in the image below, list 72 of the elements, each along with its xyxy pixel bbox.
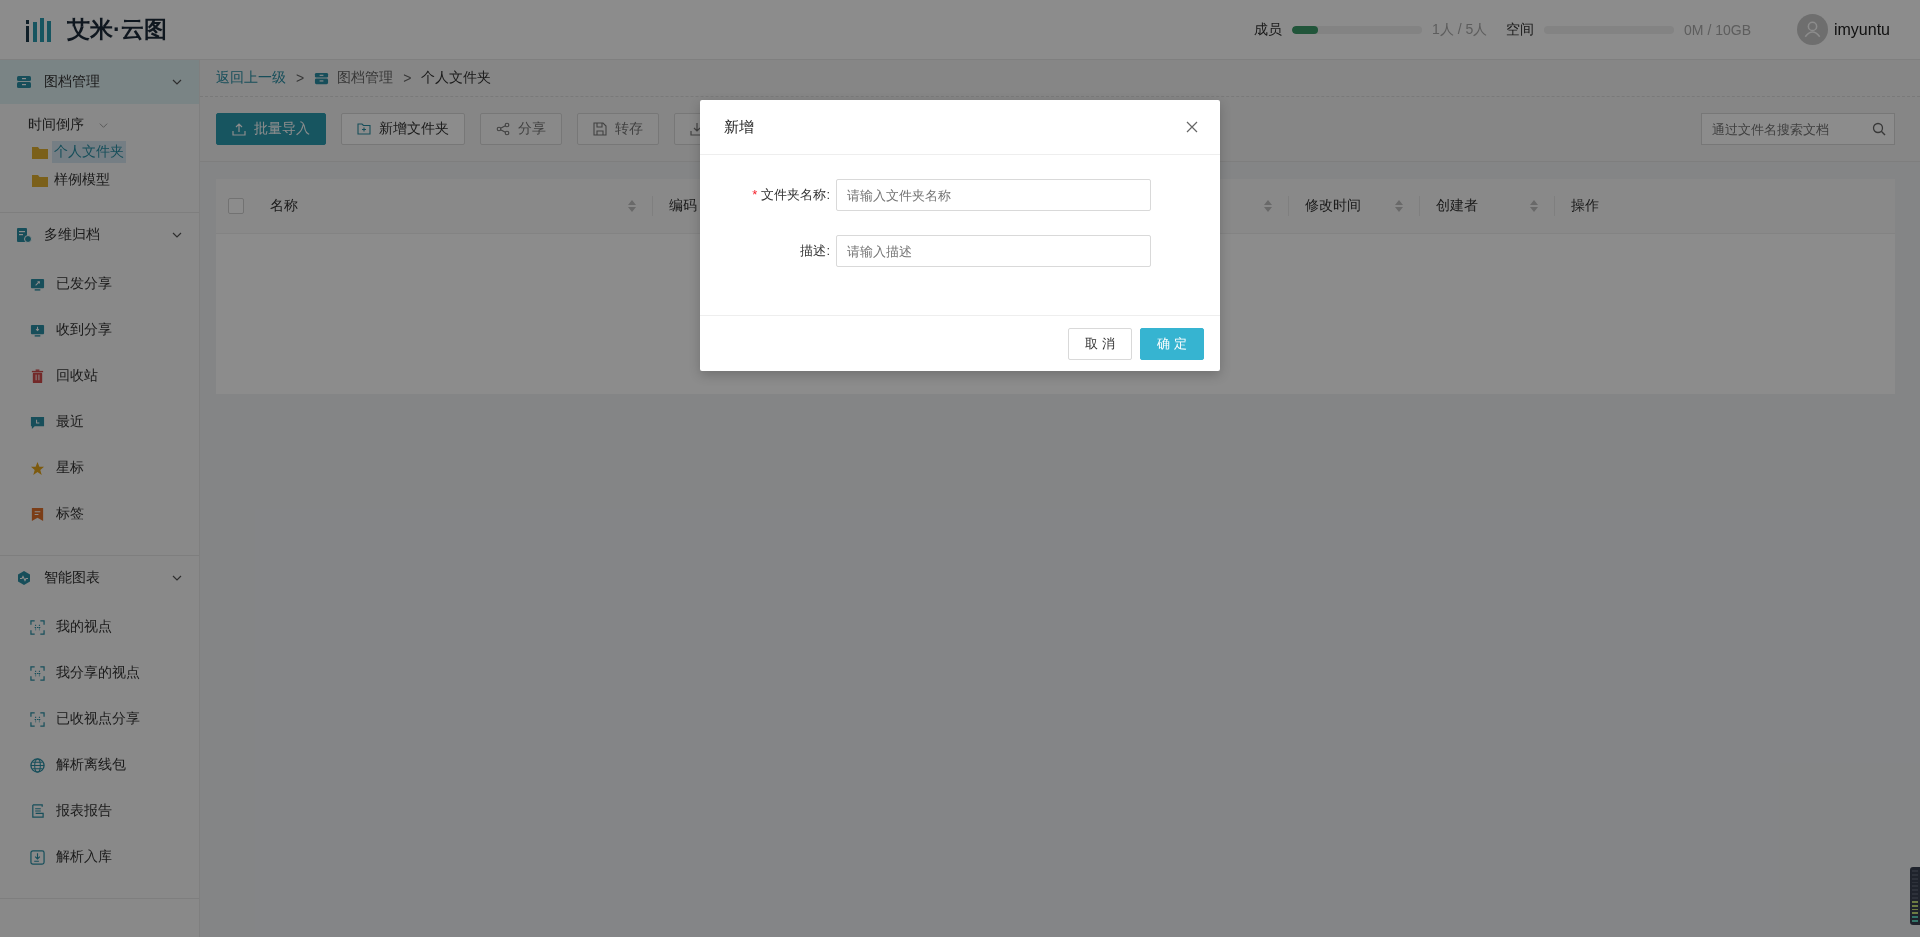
scroll-icon xyxy=(30,803,45,819)
column-header: 名称 xyxy=(270,197,299,215)
close-icon[interactable] xyxy=(1186,121,1198,133)
bookmark-icon xyxy=(30,506,45,522)
import-icon xyxy=(30,849,45,865)
dialog-title: 新增 xyxy=(724,117,755,137)
folder-icon xyxy=(32,145,48,159)
monitor-icon xyxy=(30,276,45,292)
scan-icon xyxy=(30,711,45,727)
share-icon xyxy=(496,122,510,136)
scan-icon xyxy=(30,619,45,635)
star-icon xyxy=(30,460,45,476)
breadcrumb-separator: > xyxy=(403,70,412,86)
folder-plus-icon xyxy=(357,122,371,136)
select-all-checkbox[interactable] xyxy=(228,198,244,214)
breadcrumb-item[interactable]: 图档管理 xyxy=(337,69,394,87)
avatar-icon[interactable] xyxy=(1796,14,1828,45)
breadcrumb-separator: > xyxy=(296,70,305,86)
level-meter-drawing xyxy=(1910,867,1920,925)
save-icon xyxy=(593,122,607,136)
document-icon xyxy=(16,227,32,243)
menu-item[interactable]: 回收站 xyxy=(0,353,199,399)
toolbar-button[interactable]: 批量导入 xyxy=(216,113,326,145)
upload-icon xyxy=(232,122,246,136)
menu-item[interactable]: 星标 xyxy=(0,445,199,491)
breadcrumb-current: 个人文件夹 xyxy=(421,69,492,87)
menu-item[interactable]: 已发分享 xyxy=(0,261,199,307)
field-label: 描述: xyxy=(800,243,830,258)
back-link[interactable]: 返回上一级 xyxy=(216,69,286,87)
user-name[interactable]: imyuntu xyxy=(1833,20,1890,39)
usage-label: 成员 xyxy=(1254,20,1283,39)
hexagon-icon xyxy=(16,570,32,586)
column-header: 编码 xyxy=(669,197,698,215)
search-icon[interactable] xyxy=(1872,122,1886,136)
clock-icon xyxy=(30,414,45,430)
sort-icon[interactable] xyxy=(1395,200,1403,212)
sort-icon[interactable] xyxy=(1264,200,1272,212)
field-label: 文件夹名称: xyxy=(761,187,830,202)
globe-icon xyxy=(30,757,45,773)
menu-item[interactable]: 解析入库 xyxy=(0,834,199,880)
cabinet-icon xyxy=(314,70,330,86)
menu-item[interactable]: 已收视点分享 xyxy=(0,696,199,742)
menu-item[interactable]: 我的视点 xyxy=(0,604,199,650)
column-header: 创建者 xyxy=(1436,197,1479,215)
column-header: 修改时间 xyxy=(1305,197,1362,215)
menu-group-header[interactable]: 图档管理 xyxy=(0,60,199,104)
cabinet-icon xyxy=(16,74,32,90)
menu-item[interactable]: 解析离线包 xyxy=(0,742,199,788)
usage-label: 空间 xyxy=(1506,20,1535,39)
menu-item[interactable]: 标签 xyxy=(0,491,199,537)
cancel-button[interactable]: 取 消 xyxy=(1068,327,1132,360)
toolbar-button[interactable]: 新增文件夹 xyxy=(341,113,465,145)
tree-node[interactable]: 时间倒序 xyxy=(28,112,199,138)
folder-item[interactable]: 样例模型 xyxy=(52,169,112,191)
required-mark: * xyxy=(752,187,758,202)
search-field[interactable]: 通过文件名搜索文档 xyxy=(1701,113,1895,145)
menu-group-header[interactable]: 多维归档 xyxy=(0,213,199,257)
trash-icon xyxy=(30,368,45,384)
app-logo-text: 艾米·云图 xyxy=(67,15,167,44)
menu-item[interactable]: 报表报告 xyxy=(0,788,199,834)
menu-group-header[interactable]: 智能图表 xyxy=(0,556,199,600)
input-field[interactable]: 请输入文件夹名称 xyxy=(836,179,1151,211)
input-field[interactable]: 请输入描述 xyxy=(836,235,1151,267)
menu-item[interactable]: 最近 xyxy=(0,399,199,445)
sort-icon[interactable] xyxy=(628,200,636,212)
sort-icon[interactable] xyxy=(1530,200,1538,212)
menu-item[interactable]: 收到分享 xyxy=(0,307,199,353)
monitor-icon xyxy=(30,322,45,338)
folder-icon xyxy=(32,173,48,187)
scan-icon xyxy=(30,665,45,681)
column-header: 操作 xyxy=(1571,197,1600,215)
menu-item[interactable]: 我分享的视点 xyxy=(0,650,199,696)
